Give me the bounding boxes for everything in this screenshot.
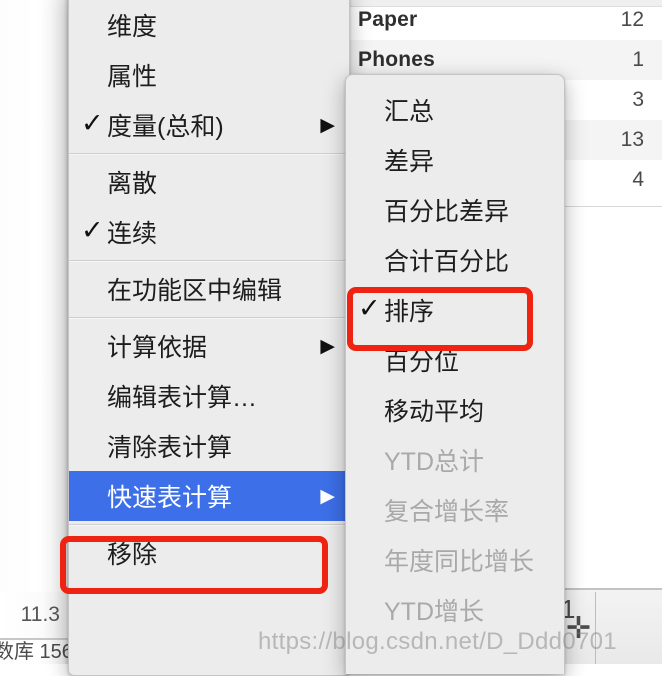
menu-item-label: 百分比差异 (384, 198, 510, 226)
menu-item-label: 合计百分比 (384, 248, 510, 276)
menu-item[interactable]: 移动平均 (346, 385, 564, 435)
context-menu-main[interactable]: 维度 属性 ✓ 度量(总和) ▶ 离散 ✓ 连续 在功能区中编辑 计算依据 ▶ 编辑表计算… 清除表计算… (68, 0, 350, 676)
worksheet-left-pane (0, 0, 68, 664)
menu-item-label: 编辑表计算… (107, 384, 258, 412)
menu-item-label: 移除 (107, 541, 158, 569)
menu-item-label: 百分位 (384, 348, 460, 376)
submenu-arrow-icon: ▶ (320, 335, 335, 357)
menu-item: YTD总计 (346, 435, 564, 485)
menu-item[interactable]: 计算依据 ▶ (69, 321, 349, 371)
menu-item[interactable]: 百分位 (346, 335, 564, 385)
menu-item-label: 汇总 (384, 98, 435, 126)
menu-item[interactable]: 快速表计算 ▶ (69, 471, 349, 521)
submenu-top-padding (346, 75, 564, 85)
table-row-value: 3 (632, 88, 644, 111)
menu-separator (69, 524, 349, 525)
bottom-right-column-divider (595, 592, 596, 664)
menu-item-label: 在功能区中编辑 (107, 277, 283, 305)
check-icon: ✓ (81, 107, 104, 138)
menu-separator (69, 317, 349, 318)
menu-item[interactable]: 属性 (69, 50, 349, 100)
menu-item[interactable]: 维度 (69, 0, 349, 50)
table-row[interactable]: Paper 12 (336, 0, 662, 40)
menu-item: 复合增长率 (346, 485, 564, 535)
menu-item[interactable]: 编辑表计算… (69, 371, 349, 421)
menu-item-label: 离散 (107, 170, 158, 198)
menu-item-label: YTD总计 (384, 448, 485, 476)
menu-item[interactable]: 移除 (69, 528, 349, 578)
menu-item-label: 属性 (107, 63, 158, 91)
menu-item-label: 维度 (107, 13, 158, 41)
menu-item-label: 差异 (384, 148, 435, 176)
menu-item[interactable]: 清除表计算 (69, 421, 349, 471)
submenu-arrow-icon: ▶ (320, 114, 335, 136)
bottom-left-measure-value: 11.3 (20, 603, 60, 626)
menu-item[interactable]: ✓ 度量(总和) ▶ (69, 100, 349, 150)
table-row-value: 1 (632, 48, 644, 71)
bottom-left-clipped-label: 数库 156 (0, 641, 68, 663)
menu-item[interactable]: 离散 (69, 157, 349, 207)
table-row-label: Paper (358, 8, 418, 31)
menu-item-label: YTD增长 (384, 598, 485, 626)
menu-item-label: 快速表计算 (107, 484, 233, 512)
menu-item-label: 计算依据 (107, 334, 208, 362)
table-row-value: 12 (620, 8, 644, 31)
menu-item[interactable]: 差异 (346, 135, 564, 185)
table-row-label: Phones (358, 48, 436, 71)
submenu-arrow-icon: ▶ (320, 485, 335, 507)
menu-item: 年度同比增长 (346, 535, 564, 585)
check-icon: ✓ (81, 214, 104, 245)
menu-item: YTD增长 (346, 585, 564, 635)
check-icon: ✓ (358, 292, 381, 323)
context-menu-quick-table-calculation[interactable]: 汇总 差异 百分比差异 合计百分比 ✓ 排序 百分位 移动平均 YTD总计 复合增长率 年度同比增长… (345, 74, 565, 674)
menu-item-label: 复合增长率 (384, 498, 510, 526)
table-row-value: 4 (632, 168, 644, 191)
menu-item[interactable]: 汇总 (346, 85, 564, 135)
menu-item-label: 度量(总和) (107, 113, 224, 141)
menu-item[interactable]: 在功能区中编辑 (69, 264, 349, 314)
bottom-left-measure-cell: 11.3 (0, 592, 68, 638)
menu-item-label: 移动平均 (384, 398, 485, 426)
menu-item[interactable]: 合计百分比 (346, 235, 564, 285)
menu-item-label: 排序 (384, 298, 435, 326)
plus-icon: ✛ (566, 612, 592, 645)
menu-item[interactable]: ✓ 排序 (346, 285, 564, 335)
menu-separator (69, 260, 349, 261)
menu-separator (69, 153, 349, 154)
menu-item-label: 连续 (107, 220, 158, 248)
menu-item-label: 年度同比增长 (384, 548, 535, 576)
menu-item[interactable]: 百分比差异 (346, 185, 564, 235)
menu-item[interactable]: ✓ 连续 (69, 207, 349, 257)
table-row-value: 13 (620, 128, 644, 151)
menu-item-label: 清除表计算 (107, 434, 233, 462)
